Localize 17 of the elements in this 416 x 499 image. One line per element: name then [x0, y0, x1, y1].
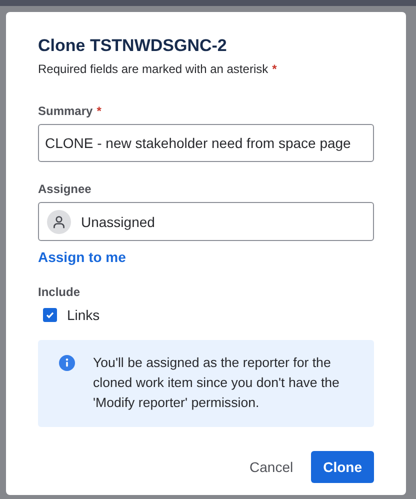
required-fields-note: Required fields are marked with an asterisk * [38, 62, 278, 76]
info-icon [59, 355, 75, 371]
cancel-button[interactable]: Cancel [238, 451, 306, 483]
checkbox-label: Links [67, 307, 100, 323]
field-label: Summary [38, 104, 93, 118]
assign-to-me-link[interactable]: Assign to me [38, 249, 126, 265]
person-avatar-icon [47, 210, 71, 234]
summary-input-field[interactable]: CLONE - new stakeholder need from space page [38, 124, 374, 162]
checkbox[interactable] [43, 308, 57, 322]
required-asterisk: * [96, 104, 102, 118]
assignee-select[interactable]: Unassigned [38, 202, 374, 241]
dialog-title: Clone TSTNWDSGNC-2 [38, 36, 228, 56]
field-label: Include [38, 285, 80, 299]
checkmark-icon [45, 310, 55, 320]
info-text: You'll be assigned as the reporter for the cloned work item since you don't have the 'Modify reporter' permission. [93, 354, 340, 412]
field-label: Assignee [38, 182, 92, 196]
clone-button[interactable]: Clone [311, 451, 374, 483]
